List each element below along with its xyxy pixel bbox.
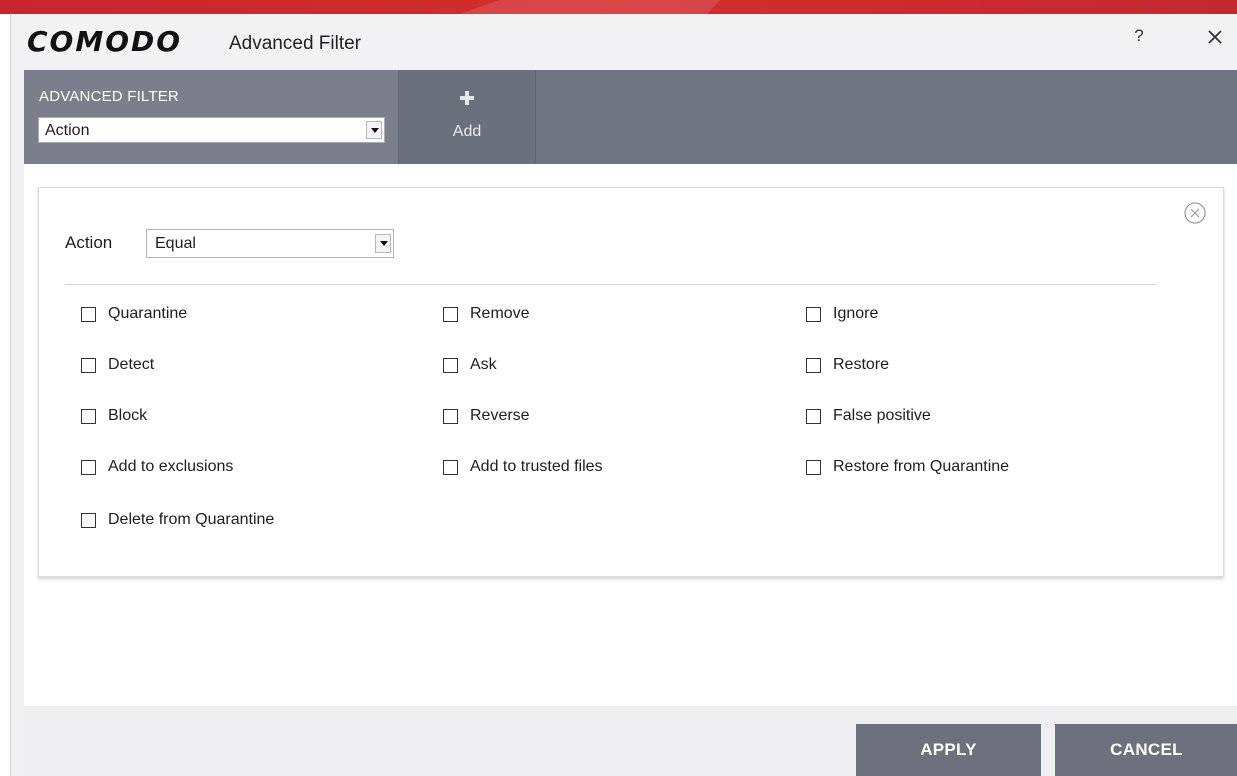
- help-button[interactable]: ?: [1127, 24, 1151, 48]
- window-title: Advanced Filter: [229, 33, 362, 54]
- advanced-filter-section: ADVANCED FILTER Action: [24, 70, 398, 164]
- plus-icon: [460, 91, 474, 105]
- option-label: Ignore: [833, 305, 879, 322]
- checkbox[interactable]: [81, 512, 96, 528]
- filter-content-area: Action Equal Quarantine Detect Block Add…: [24, 164, 1237, 706]
- filter-type-dropdown[interactable]: Action: [38, 117, 385, 143]
- checkbox[interactable]: [81, 357, 96, 373]
- advanced-filter-label: ADVANCED FILTER: [39, 88, 179, 105]
- option-quarantine[interactable]: Quarantine: [81, 303, 187, 325]
- option-reverse[interactable]: Reverse: [443, 405, 530, 427]
- option-label: Remove: [470, 305, 530, 322]
- checkbox[interactable]: [806, 306, 821, 322]
- checkbox[interactable]: [806, 357, 821, 373]
- filter-condition-card: Action Equal Quarantine Detect Block Add…: [38, 187, 1224, 577]
- option-label: Add to exclusions: [108, 458, 234, 475]
- title-bar: COMODO Advanced Filter ?: [11, 14, 1237, 70]
- add-filter-button[interactable]: Add: [398, 70, 536, 164]
- dialog-footer: APPLY CANCEL: [24, 706, 1237, 776]
- condition-field-label: Action: [65, 233, 113, 252]
- advanced-filter-window: COMODO Advanced Filter ? ADVANCED FILTER…: [10, 14, 1237, 776]
- option-add-to-trusted-files[interactable]: Add to trusted files: [443, 456, 603, 478]
- option-restore[interactable]: Restore: [806, 354, 889, 376]
- option-ignore[interactable]: Ignore: [806, 303, 878, 325]
- top-accent-strip: [0, 0, 1237, 14]
- checkbox[interactable]: [443, 408, 458, 424]
- option-delete-from-quarantine[interactable]: Delete from Quarantine: [81, 509, 274, 531]
- checkbox[interactable]: [81, 306, 96, 322]
- option-label: False positive: [833, 407, 931, 424]
- add-label: Add: [452, 123, 482, 140]
- checkbox[interactable]: [81, 408, 96, 424]
- remove-condition-icon[interactable]: [1183, 201, 1207, 225]
- option-false-positive[interactable]: False positive: [806, 405, 931, 427]
- checkbox[interactable]: [81, 459, 96, 475]
- chevron-down-icon[interactable]: [366, 121, 382, 139]
- divider: [65, 284, 1157, 285]
- option-label: Restore from Quarantine: [833, 458, 1010, 475]
- chevron-down-icon[interactable]: [375, 234, 391, 253]
- checkbox[interactable]: [443, 357, 458, 373]
- option-label: Restore: [833, 356, 890, 373]
- condition-operator-dropdown[interactable]: Equal: [146, 229, 394, 258]
- close-icon[interactable]: [1201, 23, 1229, 51]
- option-label: Block: [108, 407, 148, 424]
- checkbox[interactable]: [806, 408, 821, 424]
- filter-toolbar: ADVANCED FILTER Action Add: [24, 70, 1237, 164]
- condition-operator-value: Equal: [155, 235, 196, 252]
- option-label: Quarantine: [108, 305, 188, 322]
- comodo-logo: COMODO: [27, 25, 183, 58]
- checkbox[interactable]: [443, 459, 458, 475]
- option-label: Add to trusted files: [470, 458, 603, 475]
- option-detect[interactable]: Detect: [81, 354, 154, 376]
- option-ask[interactable]: Ask: [443, 354, 497, 376]
- option-restore-from-quarantine[interactable]: Restore from Quarantine: [806, 456, 1009, 478]
- checkbox[interactable]: [806, 459, 821, 475]
- filter-type-value: Action: [45, 122, 90, 139]
- option-remove[interactable]: Remove: [443, 303, 530, 325]
- cancel-button[interactable]: CANCEL: [1055, 724, 1237, 776]
- option-label: Delete from Quarantine: [108, 511, 275, 528]
- option-add-to-exclusions[interactable]: Add to exclusions: [81, 456, 233, 478]
- apply-button[interactable]: APPLY: [856, 724, 1041, 776]
- option-label: Detect: [108, 356, 155, 373]
- checkbox[interactable]: [443, 306, 458, 322]
- option-label: Ask: [470, 356, 497, 373]
- option-block[interactable]: Block: [81, 405, 147, 427]
- option-label: Reverse: [470, 407, 530, 424]
